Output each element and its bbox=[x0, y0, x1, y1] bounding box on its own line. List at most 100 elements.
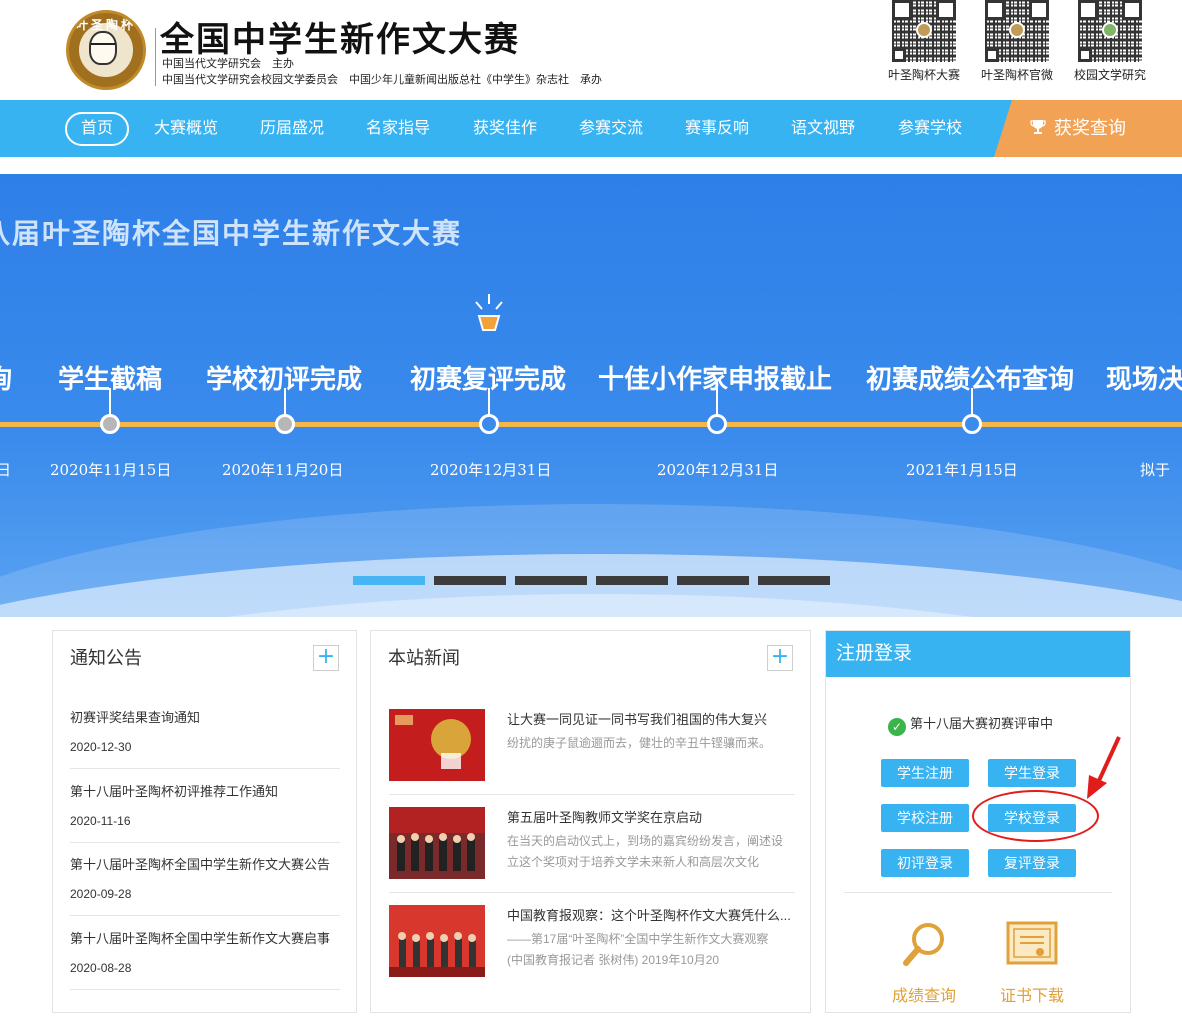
nav-item-language-view[interactable]: 语文视野 bbox=[783, 100, 863, 157]
timeline-bar bbox=[0, 422, 1182, 427]
nav-item-exchange[interactable]: 参赛交流 bbox=[571, 100, 651, 157]
timeline-date: 2020年11月15日 bbox=[50, 461, 172, 479]
qr-code-campus-literature[interactable]: 校园文学研究 bbox=[1070, 0, 1150, 83]
notice-item[interactable]: 第十八届叶圣陶杯全国中学生新作文大赛启事 2020-08-28 bbox=[70, 928, 340, 990]
nav-item-expert-guidance[interactable]: 名家指导 bbox=[358, 100, 438, 157]
score-query-link[interactable]: 成绩查询 bbox=[879, 919, 969, 1006]
carousel-dot[interactable] bbox=[758, 576, 830, 585]
timeline-label: 询 bbox=[0, 359, 12, 396]
student-register-button[interactable]: 学生注册 bbox=[881, 759, 969, 787]
certificate-download-link[interactable]: 证书下载 bbox=[987, 919, 1077, 1006]
nav-item-history[interactable]: 历届盛况 bbox=[252, 100, 332, 157]
notice-title[interactable]: 第十八届叶圣陶杯初评推荐工作通知 bbox=[70, 781, 340, 800]
timeline-dot bbox=[275, 414, 295, 434]
notices-panel: 通知公告 + 初赛评奖结果查询通知 2020-12-30 第十八届叶圣陶杯初评推… bbox=[52, 630, 357, 1013]
check-icon: ✓ bbox=[888, 718, 906, 736]
nav-item-overview[interactable]: 大赛概览 bbox=[146, 100, 226, 157]
timeline-dot bbox=[962, 414, 982, 434]
news-thumbnail[interactable] bbox=[389, 807, 485, 879]
second-review-login-button[interactable]: 复评登录 bbox=[988, 849, 1076, 877]
notice-item[interactable]: 第十八届叶圣陶杯初评推荐工作通知 2020-11-16 bbox=[70, 781, 340, 843]
timeline-stem bbox=[109, 388, 111, 414]
news-summary: ——第17届“叶圣陶杯”全国中学生新作文大赛观察 (中国教育报记者 张树伟) 2… bbox=[507, 932, 781, 967]
organizer-line: 中国当代文学研究会 主办 bbox=[162, 57, 294, 70]
timeline-date: 2020年12月31日 bbox=[430, 461, 552, 479]
notice-title[interactable]: 初赛评奖结果查询通知 bbox=[70, 707, 340, 726]
carousel-dot[interactable] bbox=[353, 576, 425, 585]
nav-item-schools[interactable]: 参赛学校 bbox=[890, 100, 970, 157]
qr-code-label: 叶圣陶杯大赛 bbox=[887, 68, 960, 82]
timeline-stem bbox=[716, 388, 718, 414]
news-item[interactable]: 让大赛一同见证一同书写我们祖国的伟大复兴 纷扰的庚子鼠逾逦而去，健壮的辛丑牛铿骧… bbox=[389, 709, 795, 795]
qr-code-contest[interactable]: 叶圣陶杯大赛 bbox=[884, 0, 964, 83]
qr-code-label: 叶圣陶杯官微 bbox=[980, 68, 1053, 82]
qr-code-weibo[interactable]: 叶圣陶杯官微 bbox=[977, 0, 1057, 83]
initial-review-login-button[interactable]: 初评登录 bbox=[881, 849, 969, 877]
timeline-dot bbox=[707, 414, 727, 434]
news-item[interactable]: 中国教育报观察：这个叶圣陶杯作文大赛凭什么... ——第17届“叶圣陶杯”全国中… bbox=[389, 905, 795, 991]
site-header: 叶圣陶杯 全国中学生新作文大赛 中国当代文学研究会 主办 中国当代文学研究会校园… bbox=[0, 0, 1182, 100]
site-logo[interactable]: 叶圣陶杯 bbox=[66, 10, 146, 90]
award-query-label: 获奖查询 bbox=[1054, 118, 1126, 138]
login-divider bbox=[844, 892, 1112, 893]
login-panel-title: 注册登录 bbox=[826, 631, 1130, 677]
site-title: 全国中学生新作文大赛 bbox=[160, 20, 520, 60]
trophy-icon bbox=[1030, 120, 1046, 134]
magnifier-icon bbox=[903, 923, 944, 966]
notice-title[interactable]: 第十八届叶圣陶杯全国中学生新作文大赛公告 bbox=[70, 854, 340, 873]
timeline-label: 现场决 bbox=[1106, 365, 1182, 395]
carousel-dot[interactable] bbox=[515, 576, 587, 585]
timeline-dot bbox=[100, 414, 120, 434]
notice-date: 2020-09-28 bbox=[70, 887, 132, 901]
news-thumbnail[interactable] bbox=[389, 709, 485, 781]
school-register-button[interactable]: 学校注册 bbox=[881, 804, 969, 832]
qr-code-image bbox=[892, 0, 956, 62]
timeline-stem bbox=[971, 388, 973, 414]
logo-text: 叶圣陶杯 bbox=[75, 18, 136, 32]
timeline-stem bbox=[284, 388, 286, 414]
news-headline[interactable]: 中国教育报观察：这个叶圣陶杯作文大赛凭什么... bbox=[507, 905, 793, 924]
news-thumbnail[interactable] bbox=[389, 905, 485, 977]
timeline-stem bbox=[488, 388, 490, 414]
carousel-dot[interactable] bbox=[677, 576, 749, 585]
timeline-date: 2020年11月20日 bbox=[222, 461, 344, 479]
notice-date: 2020-11-16 bbox=[70, 814, 131, 828]
notice-title[interactable]: 第十八届叶圣陶杯全国中学生新作文大赛启事 bbox=[70, 928, 340, 947]
timeline-label: 初赛成绩公布查询 bbox=[866, 365, 1075, 395]
news-headline[interactable]: 让大赛一同见证一同书写我们祖国的伟大复兴 bbox=[507, 709, 793, 728]
nav-item-home[interactable]: 首页 bbox=[62, 100, 132, 157]
notice-item[interactable]: 初赛评奖结果查询通知 2020-12-30 bbox=[70, 707, 340, 769]
certificate-download-label: 证书下载 bbox=[999, 988, 1064, 1005]
news-summary: 在当天的启动仪式上，到场的嘉宾纷纷发言，阐述设立这个奖项对于培养文学未来新人和高… bbox=[507, 834, 784, 869]
news-more-button[interactable]: + bbox=[767, 645, 793, 671]
news-item[interactable]: 第五届叶圣陶教师文学奖在京启动 在当天的启动仪式上，到场的嘉宾纷纷发言，阐述设立… bbox=[389, 807, 795, 893]
review-status-text: 第十八届大赛初赛评审中 bbox=[910, 716, 1054, 731]
qr-code-image bbox=[1078, 0, 1142, 62]
carousel-dot[interactable] bbox=[434, 576, 506, 585]
carousel-dot[interactable] bbox=[596, 576, 668, 585]
notice-date: 2020-12-30 bbox=[70, 740, 132, 754]
timeline-date: 拟于 bbox=[1140, 461, 1171, 479]
notice-date: 2020-08-28 bbox=[70, 961, 132, 975]
timeline-label: 十佳小作家申报截止 bbox=[598, 365, 833, 395]
notices-more-button[interactable]: + bbox=[313, 645, 339, 671]
banner-title: 八届叶圣陶杯全国中学生新作文大赛 bbox=[0, 217, 463, 250]
lightbulb-icon bbox=[475, 294, 503, 331]
nav-item-winning-works[interactable]: 获奖佳作 bbox=[465, 100, 545, 157]
news-summary: 纷扰的庚子鼠逾逦而去，健壮的辛丑牛铿骧而来。 bbox=[507, 736, 772, 750]
news-headline[interactable]: 第五届叶圣陶教师文学奖在京启动 bbox=[507, 807, 793, 826]
timeline-dot bbox=[479, 414, 499, 434]
nav-item-feedback[interactable]: 赛事反响 bbox=[677, 100, 757, 157]
hero-banner[interactable]: 八届叶圣陶杯全国中学生新作文大赛 询 日 学生截稿 2020年11月15日 学校… bbox=[0, 174, 1182, 617]
award-query-button[interactable]: 获奖查询 bbox=[994, 100, 1182, 157]
qr-code-image bbox=[985, 0, 1049, 62]
news-panel: 本站新闻 + 让大赛一同见证一同书写我们祖国的伟大复兴 纷扰的庚子鼠逾逦而去，健… bbox=[370, 630, 811, 1013]
news-title: 本站新闻 bbox=[388, 648, 460, 668]
review-status: ✓ 第十八届大赛初赛评审中 bbox=[888, 713, 1053, 736]
highlight-ellipse bbox=[972, 790, 1099, 842]
certificate-icon bbox=[1006, 921, 1058, 965]
notice-item[interactable]: 第十八届叶圣陶杯全国中学生新作文大赛公告 2020-09-28 bbox=[70, 854, 340, 916]
student-login-button[interactable]: 学生登录 bbox=[988, 759, 1076, 787]
timeline-date: 2020年12月31日 bbox=[657, 461, 779, 479]
co-organizer-line: 中国当代文学研究会校园文学委员会 中国少年儿童新闻出版总社《中学生》杂志社 承办 bbox=[162, 73, 602, 86]
